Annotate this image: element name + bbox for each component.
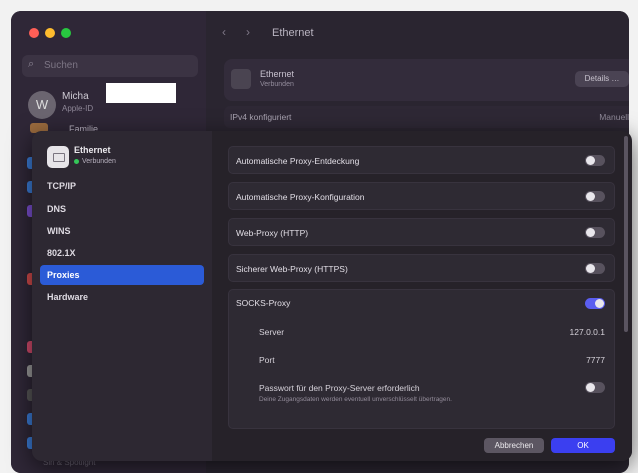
close-window-button[interactable] bbox=[29, 28, 39, 38]
nav-item-proxies[interactable]: Proxies bbox=[40, 265, 204, 285]
nav-item-dns[interactable]: DNS bbox=[40, 199, 204, 219]
nav-item-hardware[interactable]: Hardware bbox=[40, 287, 204, 307]
page-title: Ethernet bbox=[272, 27, 314, 39]
socks-proxy-group: SOCKS-Proxy Server 127.0.0.1 Port 7777 P… bbox=[228, 289, 615, 429]
proxy-label: Automatische Proxy-Konfiguration bbox=[236, 192, 365, 202]
interface-status-text: Verbunden bbox=[82, 158, 116, 165]
http-proxy-toggle[interactable] bbox=[585, 227, 605, 238]
cancel-button[interactable]: Abbrechen bbox=[484, 438, 544, 453]
ethernet-icon bbox=[47, 146, 69, 168]
socks-label: SOCKS-Proxy bbox=[236, 298, 291, 308]
password-hint: Deine Zugangsdaten werden eventuell unve… bbox=[259, 396, 452, 403]
toggle-knob bbox=[586, 228, 595, 237]
details-button[interactable]: Details … bbox=[575, 71, 629, 87]
network-details-sheet: Ethernet Verbunden TCP/IP DNS WINS 802.1… bbox=[32, 131, 632, 461]
proxy-row-http: Web-Proxy (HTTP) bbox=[228, 218, 615, 246]
avatar[interactable]: W bbox=[28, 91, 56, 119]
ethernet-status: Verbunden bbox=[260, 81, 294, 88]
interface-title: Ethernet bbox=[74, 145, 111, 155]
toggle-knob bbox=[586, 192, 595, 201]
scrollbar[interactable] bbox=[624, 136, 628, 332]
toggle-knob bbox=[586, 383, 595, 392]
proxy-label: Sicherer Web-Proxy (HTTPS) bbox=[236, 264, 348, 274]
toggle-knob bbox=[595, 299, 604, 308]
sheet-footer: Abbrechen OK bbox=[212, 429, 632, 461]
user-name[interactable]: Micha bbox=[62, 91, 89, 102]
ok-button[interactable]: OK bbox=[551, 438, 615, 453]
socks-server-row: Server 127.0.0.1 bbox=[229, 318, 614, 346]
socks-proxy-toggle[interactable] bbox=[585, 298, 605, 309]
ethernet-card: Ethernet Verbunden Details … bbox=[224, 59, 629, 101]
ethernet-icon bbox=[231, 69, 251, 89]
server-field[interactable]: 127.0.0.1 bbox=[570, 327, 605, 337]
zoom-window-button[interactable] bbox=[61, 28, 71, 38]
proxy-row-auto-config: Automatische Proxy-Konfiguration bbox=[228, 182, 615, 210]
user-subtitle: Apple-ID bbox=[62, 104, 94, 113]
toggle-knob bbox=[586, 264, 595, 273]
back-chevron-icon[interactable]: ‹ bbox=[222, 25, 226, 39]
port-label: Port bbox=[259, 355, 275, 365]
ipv4-row[interactable]: IPv4 konfiguriert Manuell bbox=[224, 106, 629, 128]
proxy-label: Automatische Proxy-Entdeckung bbox=[236, 156, 360, 166]
nav-item-tcpip[interactable]: TCP/IP bbox=[40, 176, 204, 196]
ipv4-label: IPv4 konfiguriert bbox=[230, 112, 292, 122]
nav-item-wins[interactable]: WINS bbox=[40, 221, 204, 241]
https-proxy-toggle[interactable] bbox=[585, 263, 605, 274]
interface-status: Verbunden bbox=[74, 158, 116, 165]
search-icon: ⌕ bbox=[28, 58, 35, 70]
ipv4-value: Manuell bbox=[599, 112, 629, 122]
password-required-toggle[interactable] bbox=[585, 382, 605, 393]
search-placeholder: Suchen bbox=[44, 60, 78, 71]
redaction-box bbox=[106, 83, 176, 103]
forward-chevron-icon[interactable]: › bbox=[246, 25, 250, 39]
auto-discovery-toggle[interactable] bbox=[585, 155, 605, 166]
socks-password-row: Passwort für den Proxy-Server erforderli… bbox=[229, 374, 614, 414]
proxy-row-auto-discovery: Automatische Proxy-Entdeckung bbox=[228, 146, 615, 174]
proxy-row-https: Sicherer Web-Proxy (HTTPS) bbox=[228, 254, 615, 282]
password-label: Passwort für den Proxy-Server erforderli… bbox=[259, 383, 420, 393]
search-field[interactable]: ⌕ Suchen bbox=[22, 55, 198, 77]
status-dot-icon bbox=[74, 158, 79, 164]
server-label: Server bbox=[259, 327, 285, 337]
minimize-window-button[interactable] bbox=[45, 28, 55, 38]
proxies-panel: Automatische Proxy-Entdeckung Automatisc… bbox=[212, 131, 632, 461]
socks-port-row: Port 7777 bbox=[229, 346, 614, 374]
proxy-label: Web-Proxy (HTTP) bbox=[236, 228, 309, 238]
toggle-knob bbox=[586, 156, 595, 165]
ethernet-title: Ethernet bbox=[260, 69, 295, 79]
auto-config-toggle[interactable] bbox=[585, 191, 605, 202]
port-field[interactable]: 7777 bbox=[586, 355, 605, 365]
sheet-sidebar: Ethernet Verbunden TCP/IP DNS WINS 802.1… bbox=[32, 131, 212, 461]
nav-item-8021x[interactable]: 802.1X bbox=[40, 243, 204, 263]
